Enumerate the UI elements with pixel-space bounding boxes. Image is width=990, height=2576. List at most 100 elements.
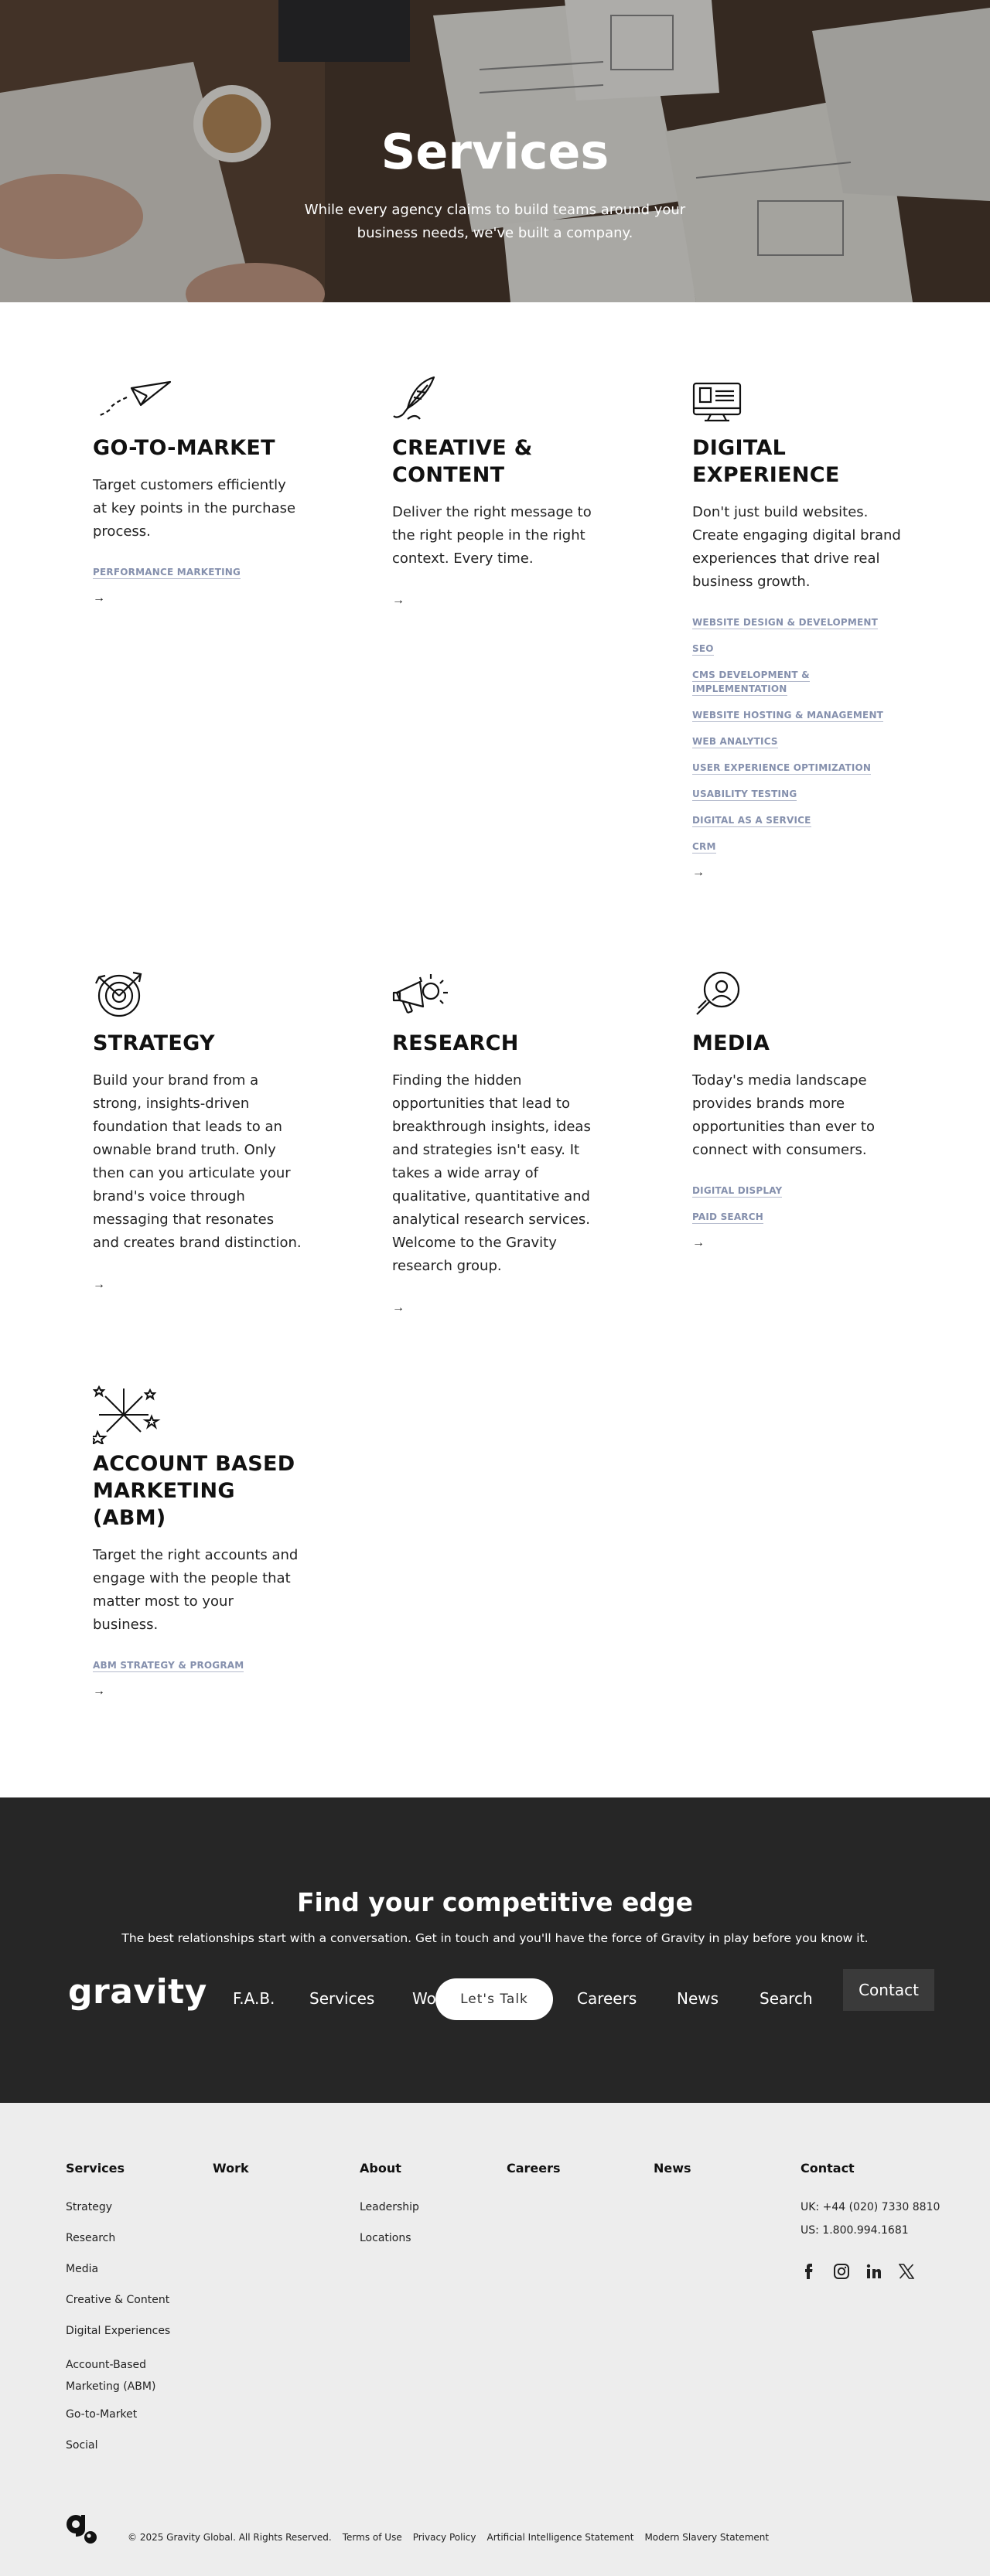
service-description: Target the right accounts and engage wit… [93,1547,299,1633]
service-link-website-design[interactable]: Website Design & Development [692,617,879,629]
copyright-text: © 2025 Gravity Global. All Rights Reserv… [128,2532,332,2543]
list-item: Digital Display [692,1184,901,1198]
footer-link-abm[interactable]: Account-Based Marketing (ABM) [66,2354,182,2397]
service-link-paid-search[interactable]: Paid Search [692,1211,764,1224]
list-item: Web Analytics [692,734,901,748]
cta-section: Find your competitive edge The best rela… [0,1797,990,2103]
arrow-right-icon[interactable]: → [692,1236,708,1250]
arrow-right-icon[interactable]: → [93,591,108,605]
service-link-seo[interactable]: SEO [692,643,714,656]
service-description: Build your brand from a strong, insights… [93,1072,302,1251]
arrow-right-icon[interactable]: → [93,1278,108,1292]
service-links: Performance Marketing [93,565,302,579]
footer-link-strategy[interactable]: Strategy [66,2199,182,2215]
nav-item-news[interactable]: News [677,1989,719,2008]
arrow-right-icon[interactable]: → [392,594,408,608]
list-item: Digital as a Service [692,813,901,827]
service-description: Deliver the right message to the right p… [392,504,592,567]
service-link-digital-as-a-service[interactable]: Digital as a Service [692,815,811,827]
service-link-web-analytics[interactable]: Web Analytics [692,736,778,748]
gravity-mark-icon[interactable] [66,2513,98,2544]
service-card-abm: Account Based Marketing (ABM) Target the… [93,1385,302,1699]
service-link-usability-testing[interactable]: Usability Testing [692,789,797,801]
footer-heading-contact[interactable]: Contact [801,2161,940,2176]
service-link-cms[interactable]: CMS Development & Implementation [692,670,810,696]
footer-link-leadership[interactable]: Leadership [360,2199,419,2215]
service-card-media: Media Today's media landscape provides b… [692,969,901,1250]
fireworks-icon [93,1385,161,1444]
service-links: Digital Display Paid Search [692,1184,901,1224]
legal-link-terms[interactable]: Terms of Use [343,2532,402,2543]
footer-link-locations[interactable]: Locations [360,2230,419,2246]
hero-banner: Services While every agency claims to bu… [0,0,990,302]
monitor-icon [692,382,742,422]
list-item: CRM [692,840,901,854]
quill-icon [393,376,435,420]
nav-contact-button[interactable]: Contact [843,1969,934,2011]
legal-link-modern-slavery[interactable]: Modern Slavery Statement [644,2532,769,2543]
footer-link-media[interactable]: Media [66,2261,182,2277]
list-item: Website Design & Development [692,615,901,629]
footer-heading-news[interactable]: News [654,2161,691,2176]
linkedin-icon[interactable] [865,2263,882,2280]
service-link-crm[interactable]: CRM [692,841,716,854]
nav-item-work[interactable]: Wo [412,1989,436,2008]
nav-item-careers[interactable]: Careers [577,1989,637,2008]
megaphone-icon [392,974,448,1014]
service-card-strategy: Strategy Build your brand from a strong,… [93,969,302,1292]
service-link-abm-strategy[interactable]: ABM Strategy & Program [93,1660,244,1672]
service-links: Website Design & Development SEO CMS Dev… [692,615,901,854]
footer-link-research[interactable]: Research [66,2230,182,2246]
footer-link-go-to-market[interactable]: Go-to-Market [66,2407,182,2422]
arrow-right-icon[interactable]: → [692,866,708,880]
nav-item-fab[interactable]: F.A.B. [233,1989,275,2008]
footer-column-news: News [654,2161,691,2199]
gravity-logo[interactable]: gravity [68,1972,207,2012]
footer-bottom-bar: © 2025 Gravity Global. All Rights Reserv… [0,2513,990,2544]
nav-item-search[interactable]: Search [760,1989,813,2008]
service-link-performance-marketing[interactable]: Performance Marketing [93,567,241,579]
legal-link-ai-statement[interactable]: Artificial Intelligence Statement [486,2532,633,2543]
service-description: Don't just build websites. Create engagi… [692,504,901,590]
service-title: Go-to-Market [93,436,275,460]
arrow-right-icon[interactable]: → [93,1685,108,1699]
service-link-hosting[interactable]: Website Hosting & Management [692,710,884,722]
footer-link-creative-content[interactable]: Creative & Content [66,2292,182,2308]
x-icon[interactable] [898,2263,915,2280]
footer-column-services: Services Strategy Research Media Creativ… [66,2161,182,2469]
service-title: Creative & Content [392,436,533,487]
list-item: Usability Testing [692,787,901,801]
list-item: ABM Strategy & Program [93,1658,302,1672]
instagram-icon[interactable] [833,2263,850,2280]
arrow-right-icon[interactable]: → [392,1301,408,1315]
magnifier-person-icon [696,971,740,1015]
list-item: CMS Development & Implementation [692,668,901,696]
footer-column-careers: Careers [507,2161,561,2199]
service-link-digital-display[interactable]: Digital Display [692,1185,783,1198]
service-title: Digital Experience [692,436,840,487]
list-item: User Experience Optimization [692,761,901,775]
service-title: Research [392,1031,519,1055]
service-card-go-to-market: Go-to-Market Target customers efficientl… [93,374,302,605]
footer-phone-uk[interactable]: UK: +44 (020) 7330 8810 [801,2199,940,2215]
footer: Services Strategy Research Media Creativ… [0,2103,990,2576]
list-item: Paid Search [692,1210,901,1224]
service-description: Target customers efficiently at key poin… [93,477,296,540]
nav-item-services[interactable]: Services [309,1989,374,2008]
facebook-icon[interactable] [801,2263,818,2280]
list-item: SEO [692,642,901,656]
service-title: Strategy [93,1031,215,1055]
footer-link-digital-experiences[interactable]: Digital Experiences [66,2323,182,2339]
list-item: Performance Marketing [93,565,302,579]
footer-heading-about[interactable]: About [360,2161,419,2176]
footer-link-social[interactable]: Social [66,2438,182,2453]
lets-talk-button[interactable]: Let's Talk [435,1978,553,2020]
footer-heading-services[interactable]: Services [66,2161,182,2176]
service-card-creative-content: Creative & Content Deliver the right mes… [392,374,601,608]
footer-phone-us[interactable]: US: 1.800.994.1681 [801,2223,940,2238]
footer-heading-work[interactable]: Work [213,2161,249,2176]
service-description: Finding the hidden opportunities that le… [392,1072,591,1274]
service-link-ux-optimization[interactable]: User Experience Optimization [692,762,872,775]
legal-link-privacy[interactable]: Privacy Policy [413,2532,476,2543]
footer-heading-careers[interactable]: Careers [507,2161,561,2176]
